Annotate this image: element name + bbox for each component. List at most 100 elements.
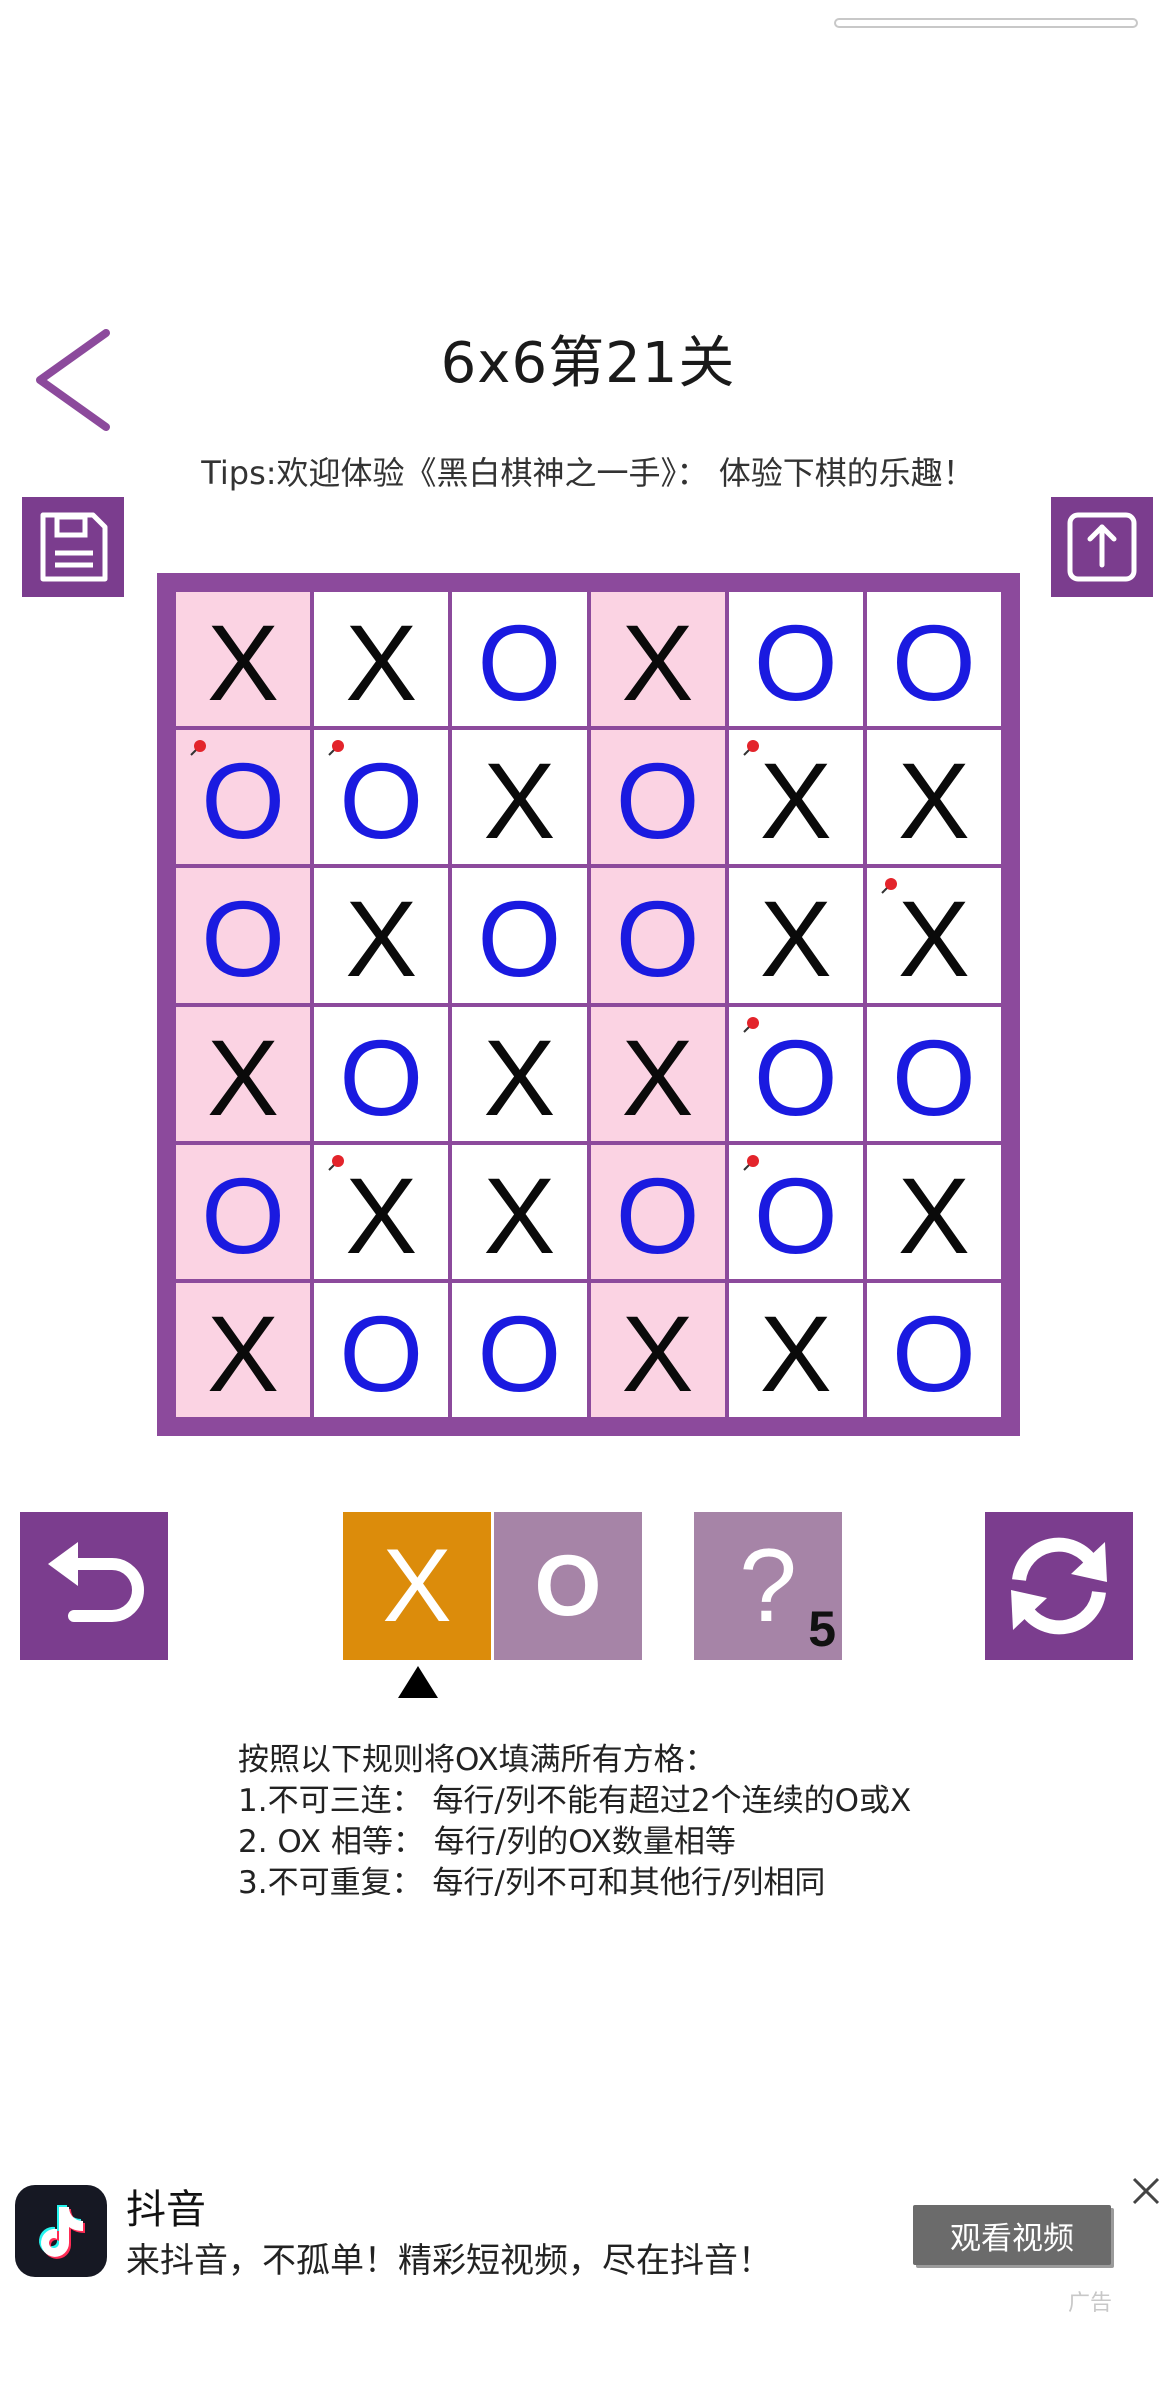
cell-mark: X (207, 1016, 280, 1138)
cell-mark: X (483, 740, 556, 862)
refresh-button[interactable] (985, 1512, 1133, 1660)
ad-close-button[interactable] (1128, 2173, 1164, 2209)
board-cell[interactable]: O (176, 1144, 311, 1279)
board-cell[interactable]: O (176, 868, 311, 1003)
rule-item: 1.不可三连： 每行/列不能有超过2个连续的O或X (238, 1783, 912, 1819)
red-pin-icon (742, 740, 759, 756)
cell-mark: O (615, 740, 700, 862)
board-cell[interactable]: X (314, 1144, 449, 1279)
board-cell[interactable]: O (314, 1006, 449, 1141)
board-cell[interactable]: O (728, 1006, 863, 1141)
cell-mark: X (207, 1292, 280, 1414)
board-cell[interactable]: X (314, 592, 449, 727)
board-cell[interactable]: X (176, 1006, 311, 1141)
cell-mark: X (345, 1154, 418, 1276)
board-cell[interactable]: X (866, 868, 1001, 1003)
rule-item: 2. OX 相等： 每行/列的OX数量相等 (238, 1824, 736, 1860)
red-pin-icon (881, 878, 897, 895)
cell-mark: X (483, 1016, 556, 1138)
level-title: 6x6第21关 (440, 331, 736, 396)
tool-x-button[interactable]: X (343, 1512, 491, 1660)
cell-mark: X (897, 740, 970, 862)
cell-mark: O (339, 1016, 424, 1138)
cell-mark: X (207, 602, 280, 724)
board-cell[interactable]: X (866, 1144, 1001, 1279)
cell-mark: O (891, 1016, 976, 1138)
cell-mark: O (339, 740, 424, 862)
cell-mark: X (759, 878, 832, 1000)
cell-mark: O (477, 1292, 562, 1414)
share-button[interactable] (1051, 497, 1153, 597)
board-cell[interactable]: X (728, 868, 863, 1003)
ad-title: 抖音 (126, 2187, 206, 2233)
cell-mark: O (615, 1154, 700, 1276)
cell-mark: O (753, 1016, 838, 1138)
board-cell[interactable]: O (590, 868, 725, 1003)
board-cell[interactable]: O (728, 592, 863, 727)
tool-o-button[interactable]: O (494, 1512, 642, 1660)
save-button[interactable] (22, 497, 124, 597)
board-cell[interactable]: O (866, 1006, 1001, 1141)
board-cell[interactable]: O (866, 1282, 1001, 1417)
cell-mark: X (345, 602, 418, 724)
douyin-logo-icon (15, 2185, 107, 2277)
cell-mark: O (477, 602, 562, 724)
board-cell[interactable]: X (728, 730, 863, 865)
home-indicator (834, 18, 1138, 28)
board-cell[interactable]: X (590, 1006, 725, 1141)
board-cell[interactable]: X (452, 1006, 587, 1141)
board-cell[interactable]: O (452, 592, 587, 727)
cell-mark: X (483, 1154, 556, 1276)
board-cell[interactable]: X (176, 592, 311, 727)
board-cell[interactable]: O (590, 730, 725, 865)
game-board: XXOXOOOOXOXXOXOOXXXOXXOOOXXOOXXOOXXO (157, 573, 1020, 1436)
share-upload-icon (1067, 512, 1137, 582)
cell-mark: O (201, 740, 286, 862)
board-cell[interactable]: O (176, 730, 311, 865)
board-cell[interactable]: O (452, 1282, 587, 1417)
board-cell[interactable]: X (452, 730, 587, 865)
hint-button[interactable]: ? 5 (694, 1512, 842, 1660)
hint-label: ? (739, 1527, 797, 1644)
cell-mark: X (345, 878, 418, 1000)
board-cell[interactable]: O (314, 1282, 449, 1417)
cell-mark: O (201, 1154, 286, 1276)
tool-x-label: X (382, 1527, 452, 1644)
board-cell[interactable]: O (452, 868, 587, 1003)
board-cell[interactable]: X (728, 1282, 863, 1417)
ad-watch-video-button[interactable]: 观看视频 (913, 2205, 1111, 2265)
ad-label: 广告 (1068, 2291, 1113, 2316)
board-cell[interactable]: O (314, 730, 449, 865)
undo-arrow-icon (48, 1542, 144, 1622)
board-cell[interactable]: O (866, 592, 1001, 727)
board-cell[interactable]: X (176, 1282, 311, 1417)
cell-mark: X (897, 1154, 970, 1276)
cell-mark: X (759, 740, 832, 862)
ad-description: 来抖音，不孤单！精彩短视频，尽在抖音！ (126, 2241, 772, 2281)
cell-mark: X (621, 1016, 694, 1138)
cell-mark: O (339, 1292, 424, 1414)
close-icon (1132, 2177, 1160, 2205)
game-screen: 6x6第21关 Tips:欢迎体验《黑白棋神之一手》： 体验下棋的乐趣！ XXO… (0, 0, 1176, 2400)
rules-panel: 按照以下规则将OX填满所有方格： 1.不可三连： 每行/列不能有超过2个连续的O… (238, 1740, 958, 1904)
cell-mark: X (897, 878, 970, 1000)
board-cell[interactable]: X (452, 1144, 587, 1279)
board-cell[interactable]: O (728, 1144, 863, 1279)
cell-mark: O (477, 878, 562, 1000)
refresh-cycle-icon (1011, 1537, 1107, 1635)
board-cell[interactable]: X (866, 730, 1001, 865)
cell-mark: O (201, 878, 286, 1000)
cell-mark: X (621, 1292, 694, 1414)
board-cell[interactable]: X (590, 1282, 725, 1417)
cell-mark: O (615, 878, 700, 1000)
ad-banner[interactable]: 抖音 来抖音，不孤单！精彩短视频，尽在抖音！ 观看视频 广告 (0, 2155, 1176, 2316)
board-cell[interactable]: O (590, 1144, 725, 1279)
cell-mark: O (753, 602, 838, 724)
hint-count: 5 (808, 1601, 836, 1657)
rule-item: 3.不可重复： 每行/列不可和其他行/列相同 (238, 1865, 826, 1901)
selected-tool-indicator (398, 1666, 438, 1698)
board-cell[interactable]: X (314, 868, 449, 1003)
board-grid: XXOXOOOOXOXXOXOOXXXOXXOOOXXOOXXOOXXO (176, 592, 1001, 1417)
board-cell[interactable]: X (590, 592, 725, 727)
undo-button[interactable] (20, 1512, 168, 1660)
